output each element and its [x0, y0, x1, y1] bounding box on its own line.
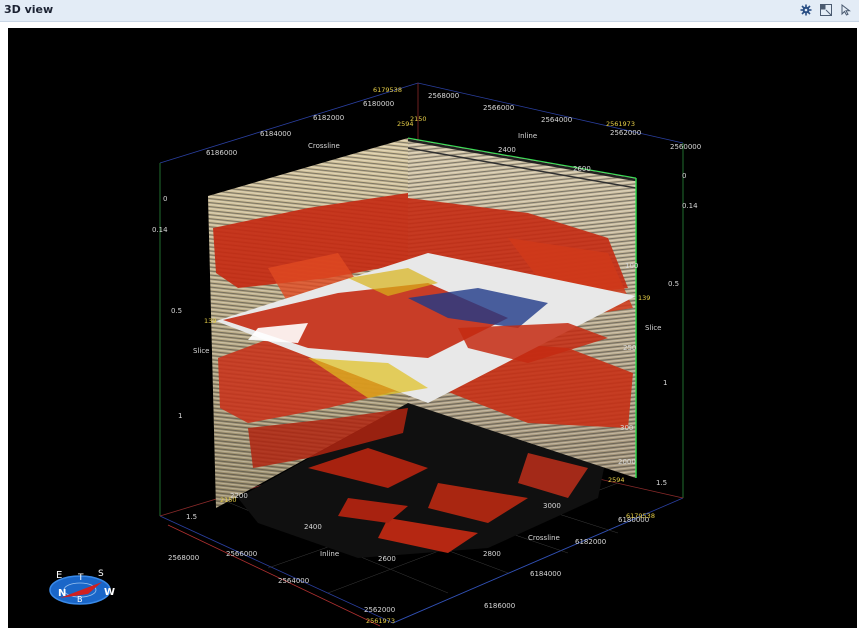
- inline-tick-bottom: 2568000: [168, 554, 199, 562]
- depth-tick-right: 1.5: [656, 479, 667, 487]
- inline-number: 2400: [498, 146, 516, 154]
- yellow-label-top-left-slice: 2150: [410, 115, 427, 123]
- crossline-tick-bottom: 6182000: [575, 538, 606, 546]
- yellow-label-top-inline: 2561973: [606, 120, 635, 128]
- crossline-tick: 6180000: [363, 100, 394, 108]
- yellow-label-bottom-crossline: 6179538: [626, 512, 655, 520]
- depth-tick-left: 1: [178, 412, 182, 420]
- depth-tick-left: 0: [163, 195, 167, 203]
- inline-number: 2600: [573, 165, 591, 173]
- panel-header: 3D view: [0, 0, 859, 22]
- gear-icon[interactable]: [799, 3, 813, 17]
- crossline-tick: 6182000: [313, 114, 344, 122]
- crossline-tick: 6186000: [206, 149, 237, 157]
- depth-tick-right: 0.5: [668, 280, 679, 288]
- yellow-label-left-slice: 139: [204, 317, 216, 325]
- compass-letter: S: [98, 569, 104, 579]
- inline-axis-label-top: Inline: [518, 132, 537, 140]
- layout-icon[interactable]: [819, 3, 833, 17]
- yellow-label-top-crossline: 6179538: [373, 86, 402, 94]
- yellow-label-right-slice: 139: [638, 294, 650, 302]
- inline-tick: 2562000: [610, 129, 641, 137]
- slice-number: 250: [623, 344, 636, 352]
- depth-tick-right: 0: [682, 172, 686, 180]
- inline-number-bottom: 2400: [304, 523, 322, 531]
- inline-tick-bottom: 2566000: [226, 550, 257, 558]
- inline-number-bottom: 2600: [378, 555, 396, 563]
- crossline-axis-label-top: Crossline: [308, 142, 340, 150]
- inline-tick: 2560000: [670, 143, 701, 151]
- slice-axis-label-right: Slice: [645, 324, 662, 332]
- depth-tick-right: 1: [663, 379, 667, 387]
- compass-letter: W: [104, 587, 115, 598]
- yellow-label-bottom-left: 2150: [220, 496, 237, 504]
- inline-tick: 2568000: [428, 92, 459, 100]
- inline-tick: 2564000: [541, 116, 572, 124]
- inline-tick-bottom: 2564000: [278, 577, 309, 585]
- slice-number: 100: [625, 262, 638, 270]
- inline-axis-label-bottom: Inline: [320, 550, 339, 558]
- slice-number: 300: [620, 424, 633, 432]
- crossline-axis-label-bottom: Crossline: [528, 534, 560, 542]
- seismic-scene: Crossline Inline Slice Slice Inline Cros…: [49, 82, 701, 627]
- compass-letter: N: [58, 588, 66, 599]
- inline-tick-bottom: 2562000: [364, 606, 395, 614]
- inline-number-bottom: 2800: [483, 550, 501, 558]
- depth-tick-right: 0.14: [682, 202, 698, 210]
- crossline-tick-bottom: 6186000: [484, 602, 515, 610]
- compass-letter: T: [77, 573, 84, 583]
- slice-number: 2000: [618, 458, 636, 466]
- pointer-icon[interactable]: [839, 3, 853, 17]
- panel-toolbar: [799, 3, 853, 17]
- yellow-label-bottom-inline: 2561973: [366, 617, 395, 625]
- panel-title: 3D view: [4, 3, 54, 16]
- yellow-label-bottom-right: 2594: [608, 476, 625, 484]
- depth-tick-left: 1.5: [186, 513, 197, 521]
- orientation-compass[interactable]: E T S N W B: [49, 569, 115, 605]
- inline-tick: 2566000: [483, 104, 514, 112]
- slice-axis-label-left: Slice: [193, 347, 210, 355]
- depth-tick-left: 0.14: [152, 226, 168, 234]
- 3d-viewport[interactable]: Crossline Inline Slice Slice Inline Cros…: [8, 28, 857, 628]
- compass-letter: B: [77, 595, 83, 604]
- crossline-tick: 6184000: [260, 130, 291, 138]
- compass-letter: E: [56, 570, 62, 581]
- inline-number-bottom: 3000: [543, 502, 561, 510]
- depth-tick-left: 0.5: [171, 307, 182, 315]
- crossline-tick-bottom: 6184000: [530, 570, 561, 578]
